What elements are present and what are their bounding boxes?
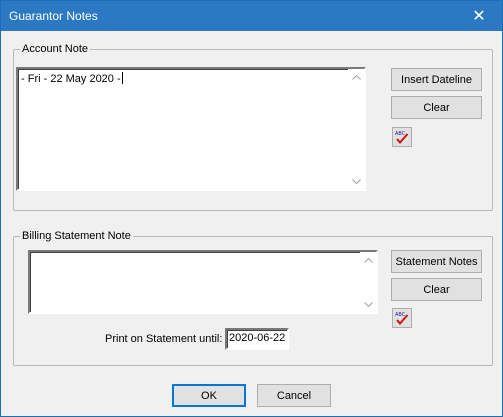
account-note-textarea[interactable]: - Fri - 22 May 2020 - [16,67,366,191]
account-note-scrollbar[interactable] [348,69,364,189]
billing-note-clear-button[interactable]: Clear [391,278,482,301]
cancel-label: Cancel [276,389,312,402]
scroll-up-arrow-icon[interactable] [348,69,364,85]
ok-button[interactable]: OK [172,384,246,407]
insert-dateline-label: Insert Dateline [401,73,472,86]
account-note-group-label: Account Note [20,43,91,55]
scroll-up-arrow-icon[interactable] [360,252,376,268]
account-note-clear-button[interactable]: Clear [391,96,482,119]
account-note-text-wrap: - Fri - 22 May 2020 - [21,72,123,85]
account-note-text: - Fri - 22 May 2020 - [21,73,121,85]
statement-notes-label: Statement Notes [395,255,478,268]
print-until-date-value: 2020-06-22 [229,332,286,344]
scroll-down-arrow-icon[interactable] [360,296,376,312]
print-until-date-field[interactable]: 2020-06-22 [225,328,289,350]
spellcheck-icon: ABC [395,312,409,326]
account-note-spellcheck-button[interactable]: ABC [392,127,412,147]
account-note-clear-label: Clear [423,101,450,114]
print-until-label: Print on Statement until: [105,333,223,345]
insert-dateline-button[interactable]: Insert Dateline [391,68,482,91]
billing-note-group-label: Billing Statement Note [20,230,133,242]
cancel-button[interactable]: Cancel [257,384,331,407]
guarantor-notes-dialog: Guarantor Notes ✕ Account Note - Fri - 2… [0,0,503,417]
statement-notes-button[interactable]: Statement Notes [391,250,482,273]
title-bar[interactable]: Guarantor Notes ✕ [1,1,502,31]
billing-note-spellcheck-button[interactable]: ABC [392,308,412,328]
svg-text:ABC: ABC [395,131,406,137]
close-icon: ✕ [472,8,486,25]
billing-note-clear-label: Clear [423,283,450,296]
spellcheck-icon: ABC [395,131,409,145]
close-button[interactable]: ✕ [456,1,502,31]
billing-note-textarea[interactable] [28,250,378,314]
billing-note-scrollbar[interactable] [360,252,376,312]
text-caret [121,72,123,84]
ok-label: OK [201,389,217,402]
svg-text:ABC: ABC [395,312,406,318]
scroll-down-arrow-icon[interactable] [348,173,364,189]
window-title: Guarantor Notes [9,9,98,23]
